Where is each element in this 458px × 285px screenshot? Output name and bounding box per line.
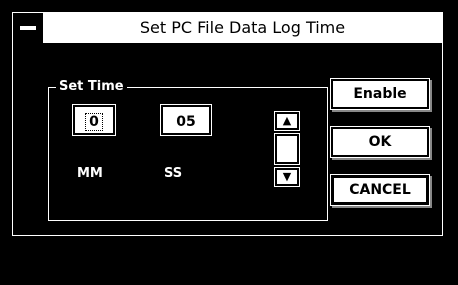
seconds-field[interactable]: 05	[161, 105, 211, 135]
arrow-up-icon: ▲	[282, 114, 292, 127]
system-menu-icon	[19, 25, 37, 31]
minutes-label: MM	[77, 166, 103, 181]
ok-button[interactable]: OK	[331, 127, 429, 157]
time-spinner: ▲ ▼	[275, 112, 299, 186]
spinner-down-button[interactable]: ▼	[275, 168, 299, 186]
enable-button[interactable]: Enable	[331, 79, 429, 109]
seconds-value: 05	[176, 114, 196, 130]
spinner-track[interactable]	[275, 134, 299, 164]
system-menu-button[interactable]	[13, 13, 43, 43]
title-bar[interactable]: Set PC File Data Log Time	[13, 13, 442, 45]
arrow-down-icon: ▼	[282, 170, 292, 183]
set-time-group-label: Set Time	[56, 79, 127, 95]
seconds-label: SS	[164, 166, 183, 181]
minutes-value: 0	[85, 113, 103, 131]
spinner-up-button[interactable]: ▲	[275, 112, 299, 130]
cancel-button[interactable]: CANCEL	[331, 175, 429, 205]
window-title: Set PC File Data Log Time	[139, 18, 346, 37]
minutes-field[interactable]: 0	[73, 105, 115, 135]
dialog-window: Set PC File Data Log Time Set Time 0 05 …	[12, 12, 443, 236]
